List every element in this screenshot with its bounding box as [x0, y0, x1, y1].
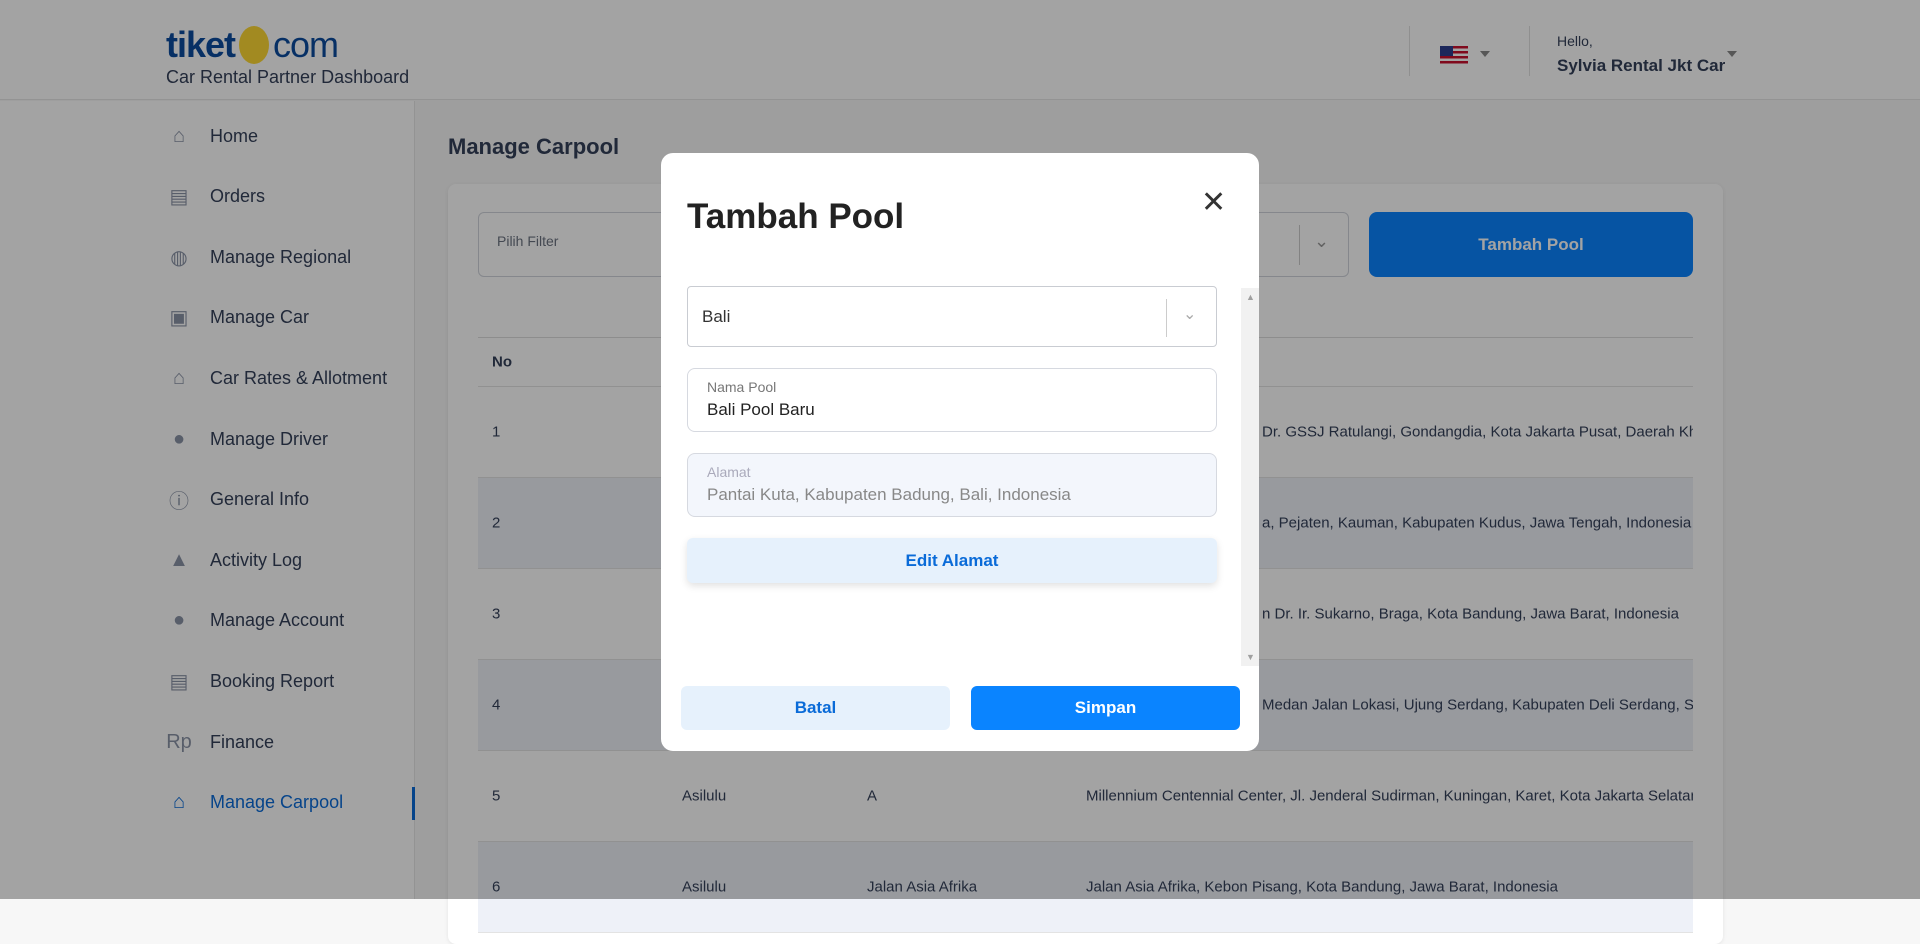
address-label: Alamat [707, 464, 751, 480]
chevron-down-icon[interactable]: ⌄ [1183, 304, 1196, 324]
address-field: Alamat Pantai Kuta, Kabupaten Badung, Ba… [687, 453, 1217, 517]
region-value: Bali [702, 307, 731, 326]
scroll-down-icon[interactable]: ▼ [1246, 652, 1255, 662]
cancel-button[interactable]: Batal [681, 686, 950, 730]
modal-scrollbar[interactable]: ▲ ▼ [1241, 288, 1259, 666]
add-pool-modal: Tambah Pool ✕ Bali ⌄ Nama Pool Bali Pool… [661, 153, 1259, 751]
region-select[interactable]: Bali ⌄ [687, 286, 1217, 347]
pool-name-label: Nama Pool [707, 379, 777, 395]
pool-name-value[interactable]: Bali Pool Baru [707, 400, 815, 420]
edit-address-button[interactable]: Edit Alamat [687, 538, 1217, 583]
close-icon[interactable]: ✕ [1201, 185, 1226, 220]
modal-title: Tambah Pool [687, 197, 905, 236]
save-button[interactable]: Simpan [971, 686, 1240, 730]
pool-name-field[interactable]: Nama Pool Bali Pool Baru [687, 368, 1217, 432]
address-value: Pantai Kuta, Kabupaten Badung, Bali, Ind… [707, 485, 1071, 504]
divider [1166, 299, 1167, 337]
scroll-up-icon[interactable]: ▲ [1246, 292, 1255, 302]
